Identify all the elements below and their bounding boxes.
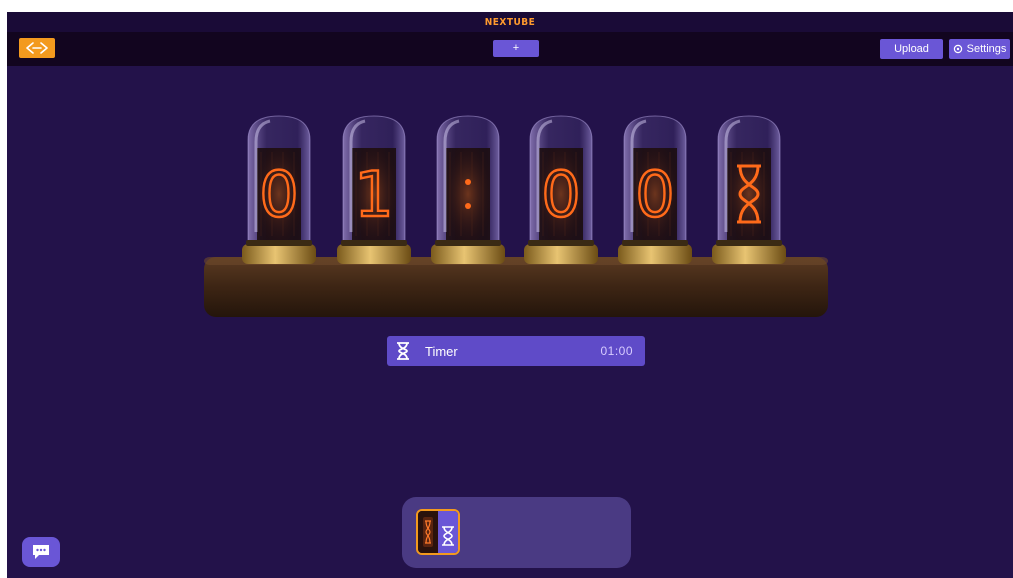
brass-socket <box>524 244 598 264</box>
brass-socket <box>337 244 411 264</box>
timer-label: Timer <box>425 343 458 359</box>
nixie-tube: 1 <box>337 115 411 264</box>
mode-tray <box>402 497 631 568</box>
nixie-digit: 0 <box>541 158 580 231</box>
nixie-digit: 0 <box>259 158 298 231</box>
nixie-tube <box>431 115 505 264</box>
timer-row[interactable]: Timer 01:00 <box>387 336 645 366</box>
brass-socket <box>618 244 692 264</box>
nixie-digit: 0 <box>635 158 674 231</box>
top-border <box>0 0 1013 12</box>
brass-socket <box>242 244 316 264</box>
timer-thumbnail-image <box>418 511 458 553</box>
nixie-clock: 0100 <box>200 112 830 324</box>
toolbar: + Upload Settings <box>7 32 1013 66</box>
upload-button[interactable]: Upload <box>880 39 943 59</box>
gear-icon <box>953 44 962 54</box>
timer-mode-thumbnail[interactable] <box>416 509 460 555</box>
nixie-tube: 0 <box>618 115 692 264</box>
code-arrows-icon <box>26 42 48 54</box>
nixie-digit: 1 <box>354 158 393 231</box>
hourglass-icon <box>397 342 409 360</box>
app-title: NEXTUBE <box>484 17 536 28</box>
settings-button[interactable]: Settings <box>949 39 1010 59</box>
title-bar: NEXTUBE <box>7 12 1013 32</box>
back-button[interactable] <box>19 38 55 58</box>
nixie-tube <box>712 115 786 264</box>
nixie-clock-illustration: 0100 <box>204 115 828 317</box>
add-button[interactable]: + <box>493 40 539 57</box>
chat-bubble-icon <box>33 545 49 559</box>
settings-label: Settings <box>966 43 1007 55</box>
brass-socket <box>431 244 505 264</box>
left-border <box>0 12 7 578</box>
wooden-base <box>204 257 828 317</box>
chat-button[interactable] <box>22 537 60 567</box>
brass-socket <box>712 244 786 264</box>
timer-value: 01:00 <box>600 344 633 358</box>
nixie-tube: 0 <box>524 115 598 264</box>
nixie-tube: 0 <box>242 115 316 264</box>
